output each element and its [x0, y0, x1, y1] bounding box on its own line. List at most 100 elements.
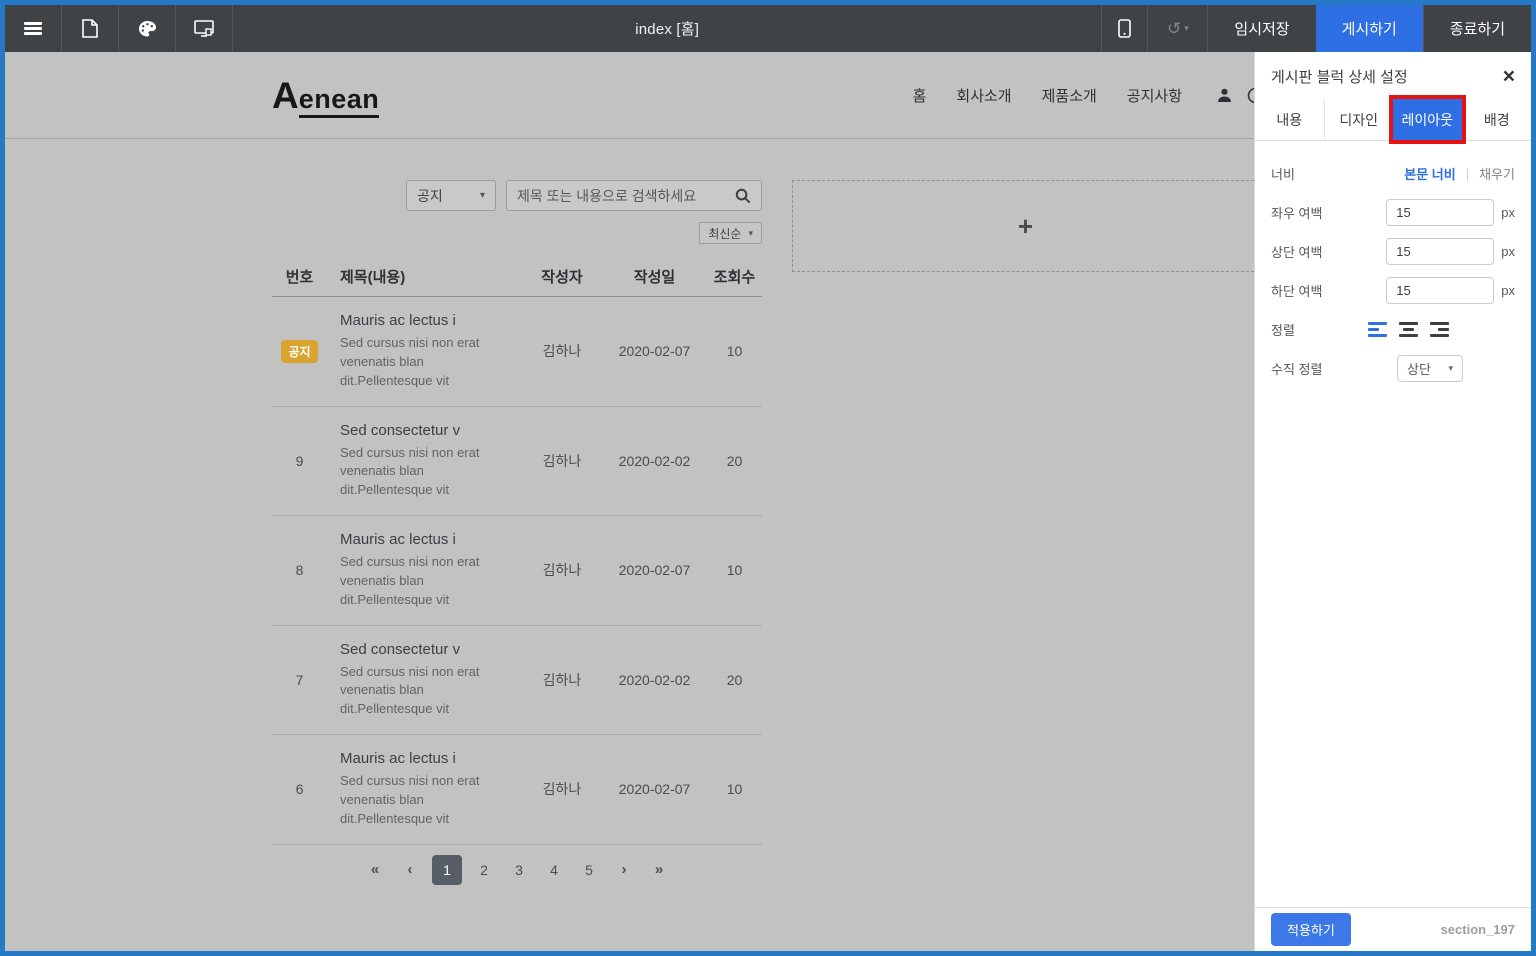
nav-item-products[interactable]: 제품소개 — [1042, 85, 1097, 106]
site-nav: 홈 회사소개 제품소개 공지사항 — [913, 85, 1264, 106]
nav-item-notice[interactable]: 공지사항 — [1127, 85, 1182, 106]
notice-badge: 공지 — [281, 340, 317, 363]
page-icon — [82, 19, 98, 38]
align-right-icon[interactable] — [1430, 322, 1449, 337]
board-table-header: 번호 제목(내용) 작성자 작성일 조회수 — [272, 257, 762, 297]
post-author: 김하나 — [522, 451, 602, 471]
page-button-4[interactable]: 4 — [541, 855, 567, 885]
post-date: 2020-02-02 — [602, 672, 707, 688]
section-id-label: section_197 — [1441, 922, 1515, 937]
col-author: 작성자 — [522, 266, 602, 287]
post-author: 김하나 — [522, 560, 602, 580]
post-date: 2020-02-07 — [602, 562, 707, 578]
align-left-icon[interactable] — [1368, 322, 1387, 337]
post-no: 9 — [272, 453, 327, 469]
margin-lr-input[interactable] — [1386, 199, 1494, 226]
post-no: 6 — [272, 781, 327, 797]
align-label: 정렬 — [1271, 320, 1295, 339]
site-logo[interactable]: Aenean — [272, 77, 379, 114]
menu-button[interactable] — [5, 5, 62, 52]
page-button-1[interactable]: 1 — [432, 855, 462, 885]
undo-icon: ↺ — [1167, 19, 1181, 39]
undo-button[interactable]: ↺▾ — [1147, 5, 1207, 52]
page-prev-button[interactable]: ‹ — [397, 855, 423, 885]
post-title: Mauris ac lectus i — [340, 531, 522, 548]
hamburger-icon — [24, 22, 42, 35]
page-button-2[interactable]: 2 — [471, 855, 497, 885]
margin-bottom-input[interactable] — [1386, 277, 1494, 304]
tab-layout[interactable]: 레이아웃 — [1393, 99, 1462, 140]
add-block-placeholder[interactable]: + — [792, 180, 1259, 272]
valign-select[interactable]: 상단 ▾ — [1397, 355, 1463, 382]
pagination: « ‹ 1 2 3 4 5 › » — [272, 855, 762, 885]
publish-button[interactable]: 게시하기 — [1316, 5, 1423, 52]
margin-top-label: 상단 여백 — [1271, 242, 1322, 261]
valign-label: 수직 정렬 — [1271, 359, 1322, 378]
post-title: Mauris ac lectus i — [340, 312, 522, 329]
margin-bottom-label: 하단 여백 — [1271, 281, 1322, 300]
nav-item-home[interactable]: 홈 — [913, 85, 927, 106]
chevron-down-icon: ▾ — [480, 190, 485, 201]
post-views: 20 — [707, 672, 762, 688]
unit-px: px — [1501, 283, 1515, 298]
apply-button[interactable]: 적용하기 — [1271, 913, 1351, 946]
table-row[interactable]: 8 Mauris ac lectus i Sed cursus nisi non… — [272, 516, 762, 626]
post-excerpt: Sed cursus nisi non erat venenatis blan … — [340, 334, 502, 391]
board-search-input[interactable] — [517, 188, 735, 204]
board-category-select[interactable]: 공지 ▾ — [406, 180, 496, 211]
palette-icon — [138, 20, 157, 38]
align-center-icon[interactable] — [1399, 322, 1418, 337]
board-sort-select[interactable]: 최신순 ▾ — [699, 222, 762, 244]
block-settings-panel: 게시판 블럭 상세 설정 × 내용 디자인 레이아웃 배경 너비 본문 너비 |… — [1254, 52, 1531, 951]
tab-design[interactable]: 디자인 — [1324, 99, 1394, 140]
monitor-icon — [194, 20, 214, 38]
table-row[interactable]: 6 Mauris ac lectus i Sed cursus nisi non… — [272, 735, 762, 845]
nav-item-company[interactable]: 회사소개 — [956, 85, 1011, 106]
mobile-view-button[interactable] — [1101, 5, 1147, 52]
exit-button[interactable]: 종료하기 — [1423, 5, 1531, 52]
post-views: 20 — [707, 453, 762, 469]
post-title: Sed consectetur v — [340, 422, 522, 439]
table-row[interactable]: 9 Sed consectetur v Sed cursus nisi non … — [272, 407, 762, 517]
width-option-fill[interactable]: 채우기 — [1479, 164, 1515, 183]
tab-background[interactable]: 배경 — [1462, 99, 1532, 140]
page-next-button[interactable]: › — [611, 855, 637, 885]
board-search — [506, 180, 762, 211]
col-views: 조회수 — [707, 266, 762, 287]
col-title: 제목(내용) — [327, 266, 522, 287]
temp-save-button[interactable]: 임시저장 — [1207, 5, 1315, 52]
width-option-body[interactable]: 본문 너비 — [1404, 164, 1455, 183]
user-icon[interactable] — [1216, 87, 1233, 104]
preview-button[interactable] — [176, 5, 233, 52]
post-title: Mauris ac lectus i — [340, 750, 522, 767]
chevron-down-icon: ▾ — [748, 228, 753, 239]
design-button[interactable] — [119, 5, 176, 52]
page-last-button[interactable]: » — [646, 855, 672, 885]
post-no: 8 — [272, 562, 327, 578]
post-date: 2020-02-07 — [602, 343, 707, 359]
post-views: 10 — [707, 781, 762, 797]
post-author: 김하나 — [522, 670, 602, 690]
margin-lr-label: 좌우 여백 — [1271, 203, 1322, 222]
page-button-5[interactable]: 5 — [576, 855, 602, 885]
page-button-3[interactable]: 3 — [506, 855, 532, 885]
editor-toolbar: index [홈] ↺▾ 임시저장 게시하기 종료하기 — [5, 5, 1531, 52]
post-excerpt: Sed cursus nisi non erat venenatis blan … — [340, 444, 502, 501]
margin-top-input[interactable] — [1386, 238, 1494, 265]
plus-icon: + — [1018, 211, 1033, 242]
table-row[interactable]: 공지 Mauris ac lectus i Sed cursus nisi no… — [272, 297, 762, 407]
post-date: 2020-02-02 — [602, 453, 707, 469]
close-icon[interactable]: × — [1503, 66, 1515, 87]
table-row[interactable]: 7 Sed consectetur v Sed cursus nisi non … — [272, 626, 762, 736]
post-views: 10 — [707, 343, 762, 359]
post-excerpt: Sed cursus nisi non erat venenatis blan … — [340, 553, 502, 610]
page-first-button[interactable]: « — [362, 855, 388, 885]
tab-content[interactable]: 내용 — [1255, 99, 1324, 140]
panel-title: 게시판 블럭 상세 설정 — [1271, 66, 1408, 87]
post-no: 7 — [272, 672, 327, 688]
post-excerpt: Sed cursus nisi non erat venenatis blan … — [340, 663, 502, 720]
search-icon[interactable] — [735, 188, 751, 204]
post-date: 2020-02-07 — [602, 781, 707, 797]
col-date: 작성일 — [602, 266, 707, 287]
pages-button[interactable] — [62, 5, 119, 52]
